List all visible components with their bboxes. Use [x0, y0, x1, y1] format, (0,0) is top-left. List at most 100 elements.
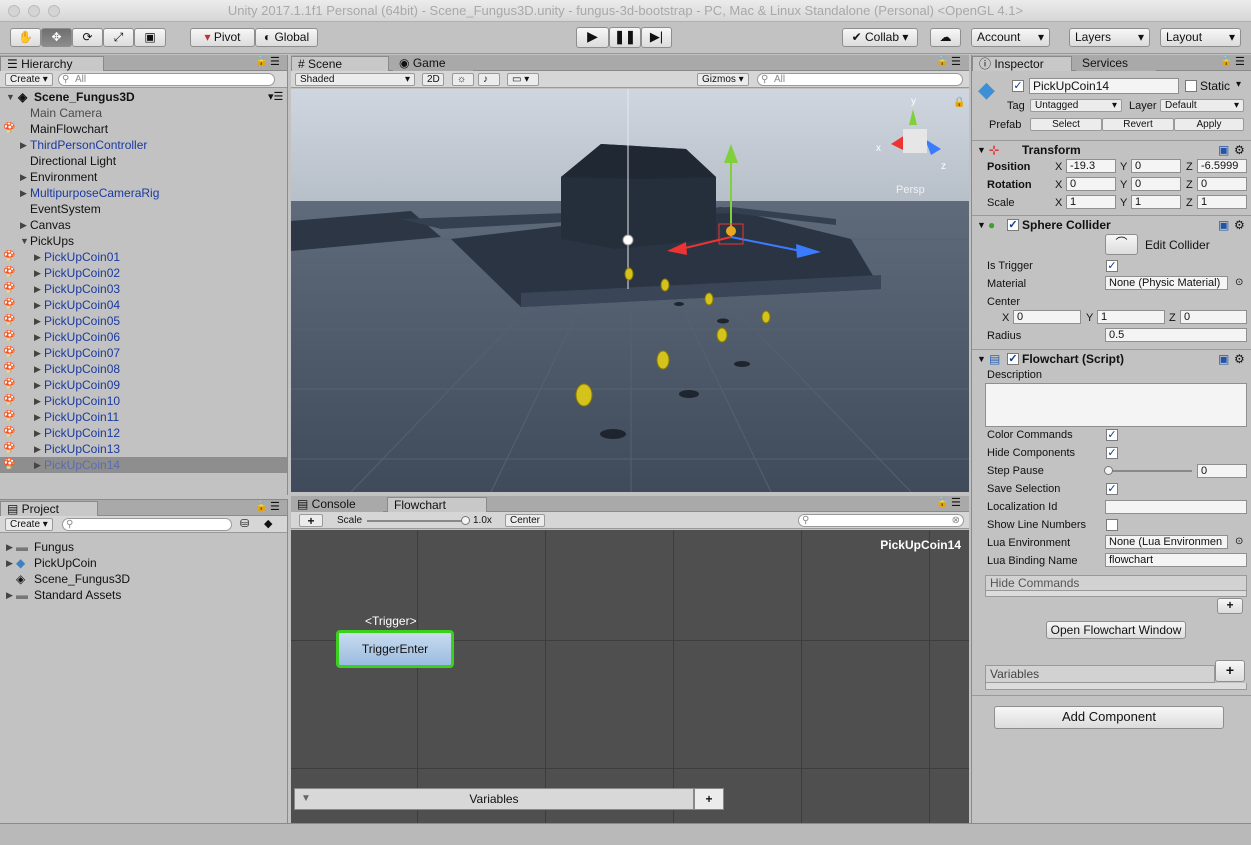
- layer-dropdown[interactable]: Default ▾: [1160, 99, 1244, 112]
- object-picker-icon[interactable]: ⊙: [1235, 277, 1243, 288]
- scene-search-input[interactable]: ⚲ All: [757, 73, 963, 86]
- localization-id-field[interactable]: [1105, 500, 1247, 514]
- rotation-z-field[interactable]: 0: [1197, 177, 1247, 191]
- panel-menu-icon[interactable]: ☰: [270, 55, 280, 68]
- lua-binding-name-field[interactable]: flowchart: [1105, 553, 1247, 567]
- list-item[interactable]: 🍄 ▶ PickUpCoin03: [0, 281, 287, 297]
- rotation-x-field[interactable]: 0: [1066, 177, 1116, 191]
- rect-tool-button[interactable]: ▣: [134, 28, 166, 47]
- active-checkbox[interactable]: ✓: [1012, 80, 1024, 92]
- list-item[interactable]: Directional Light: [0, 153, 287, 169]
- list-item[interactable]: ▶ Environment: [0, 169, 287, 185]
- add-block-button[interactable]: +: [299, 514, 323, 527]
- help-icon[interactable]: ▣: [1218, 216, 1229, 234]
- lock-icon[interactable]: 🔒: [1220, 56, 1232, 67]
- is-trigger-checkbox[interactable]: ✓: [1106, 260, 1118, 272]
- scale-slider-thumb[interactable]: [461, 516, 470, 525]
- list-item[interactable]: Main Camera: [0, 105, 287, 121]
- variables-list-header[interactable]: Variables: [985, 665, 1215, 683]
- lock-icon[interactable]: 🔒: [255, 501, 267, 512]
- tab-game[interactable]: ◉ Game: [393, 56, 473, 71]
- add-hide-command-button[interactable]: +: [1217, 598, 1243, 614]
- list-item[interactable]: ▶ Canvas: [0, 217, 287, 233]
- account-dropdown[interactable]: Account ▾: [971, 28, 1050, 47]
- filter-type-icon[interactable]: ⛁: [240, 517, 249, 530]
- audio-toggle[interactable]: ♪: [478, 73, 500, 86]
- prefab-revert-button[interactable]: Revert: [1102, 118, 1174, 131]
- move-tool-button[interactable]: ✥: [41, 28, 72, 47]
- lock-icon[interactable]: 🔒: [936, 497, 948, 508]
- hand-tool-button[interactable]: ✋: [10, 28, 41, 47]
- list-item[interactable]: 🍄 ▶ PickUpCoin10: [0, 393, 287, 409]
- list-item[interactable]: ▶ ◆ PickUpCoin: [0, 555, 287, 571]
- position-y-field[interactable]: 0: [1131, 159, 1181, 173]
- add-variable-button[interactable]: +: [1215, 660, 1245, 682]
- gizmos-dropdown[interactable]: Gizmos ▾: [697, 73, 749, 86]
- open-flowchart-window-button[interactable]: Open Flowchart Window: [1046, 621, 1186, 639]
- panel-menu-icon[interactable]: ☰: [951, 496, 961, 509]
- gear-icon[interactable]: ⚙: [1234, 141, 1245, 159]
- lock-icon[interactable]: 🔒: [255, 56, 267, 67]
- scene-root[interactable]: ▼ ◈ Scene_Fungus3D ▾☰: [0, 89, 287, 105]
- list-item[interactable]: 🍄 ▶ PickUpCoin05: [0, 313, 287, 329]
- chevron-down-icon[interactable]: ▾: [1236, 79, 1241, 90]
- pivot-toggle[interactable]: ▾ Pivot: [190, 28, 255, 47]
- tab-services[interactable]: Services: [1076, 56, 1156, 71]
- tag-dropdown[interactable]: Untagged ▾: [1030, 99, 1122, 112]
- edit-collider-button[interactable]: ⌒: [1105, 234, 1138, 255]
- center-button[interactable]: Center: [505, 514, 545, 527]
- tab-hierarchy[interactable]: ☰ Hierarchy: [0, 56, 104, 71]
- list-item[interactable]: 🍄 ▶ PickUpCoin09: [0, 377, 287, 393]
- script-enabled-checkbox[interactable]: ✓: [1007, 353, 1019, 365]
- tab-inspector[interactable]: ⓘ Inspector: [972, 56, 1072, 71]
- gear-icon[interactable]: ⚙: [1234, 216, 1245, 234]
- list-item[interactable]: ▶ ▬ Standard Assets: [0, 587, 287, 603]
- add-component-button[interactable]: Add Component: [994, 706, 1224, 729]
- sphere-collider-header[interactable]: ▼ ● ✓ Sphere Collider ▣ ⚙: [972, 215, 1251, 233]
- list-item[interactable]: 🍄 ▶ PickUpCoin02: [0, 265, 287, 281]
- help-icon[interactable]: ▣: [1218, 350, 1229, 368]
- flowchart-block[interactable]: TriggerEnter: [336, 630, 454, 668]
- collapse-icon[interactable]: ▼: [977, 141, 986, 159]
- pause-button[interactable]: ❚❚: [609, 27, 641, 48]
- list-item[interactable]: 🍄 ▶ PickUpCoin13: [0, 441, 287, 457]
- scale-slider-track[interactable]: [367, 520, 465, 522]
- minimize-window-button[interactable]: [28, 5, 40, 17]
- collab-dropdown[interactable]: ✔ Collab ▾: [842, 28, 918, 47]
- list-item[interactable]: 🍄 ▶ PickUpCoin01: [0, 249, 287, 265]
- scale-tool-button[interactable]: ⤢: [103, 28, 134, 47]
- zoom-window-button[interactable]: [48, 5, 60, 17]
- filter-label-icon[interactable]: ◆: [264, 517, 272, 530]
- list-item[interactable]: 🍄 ▶ PickUpCoin06: [0, 329, 287, 345]
- object-picker-icon[interactable]: ⊙: [1235, 536, 1243, 547]
- flowchart-script-header[interactable]: ▼ ▤ ✓ Flowchart (Script) ▣ ⚙: [972, 349, 1251, 367]
- description-textarea[interactable]: [985, 383, 1247, 427]
- save-selection-checkbox[interactable]: ✓: [1106, 483, 1118, 495]
- flowchart-search-input[interactable]: ⚲ ⊗: [798, 514, 964, 527]
- create-dropdown[interactable]: Create ▾: [5, 73, 53, 86]
- collider-enabled-checkbox[interactable]: ✓: [1007, 219, 1019, 231]
- scene-menu-icon[interactable]: ▾☰: [268, 89, 283, 105]
- flowchart-canvas[interactable]: PickUpCoin14 <Trigger> TriggerEnter ▼ Var…: [291, 530, 969, 823]
- tab-flowchart[interactable]: Flowchart: [387, 497, 487, 512]
- effects-dropdown[interactable]: ▭ ▾: [507, 73, 539, 86]
- global-toggle[interactable]: ◐ Global: [255, 28, 318, 47]
- list-item[interactable]: 🍄 MainFlowchart: [0, 121, 287, 137]
- static-checkbox[interactable]: [1185, 80, 1197, 92]
- color-commands-checkbox[interactable]: ✓: [1106, 429, 1118, 441]
- panel-menu-icon[interactable]: ☰: [270, 500, 280, 513]
- tab-project[interactable]: ▤ Project: [0, 501, 98, 516]
- lua-environment-field[interactable]: None (Lua Environmen: [1105, 535, 1228, 549]
- list-item[interactable]: 🍄 ▶ PickUpCoin14: [0, 457, 287, 473]
- step-button[interactable]: ▶|: [641, 27, 672, 48]
- layers-dropdown[interactable]: Layers ▾: [1069, 28, 1150, 47]
- lighting-toggle[interactable]: ☼: [452, 73, 474, 86]
- hide-commands-list-header[interactable]: Hide Commands: [985, 575, 1247, 591]
- show-line-numbers-checkbox[interactable]: [1106, 519, 1118, 531]
- panel-menu-icon[interactable]: ☰: [951, 55, 961, 68]
- transform-header[interactable]: ▼ ⊹ Transform ▣ ⚙: [972, 140, 1251, 158]
- variables-panel-header[interactable]: ▼ Variables: [294, 788, 694, 810]
- list-item[interactable]: ◈ Scene_Fungus3D: [0, 571, 287, 587]
- collapse-icon[interactable]: ▼: [301, 789, 311, 809]
- hide-components-checkbox[interactable]: ✓: [1106, 447, 1118, 459]
